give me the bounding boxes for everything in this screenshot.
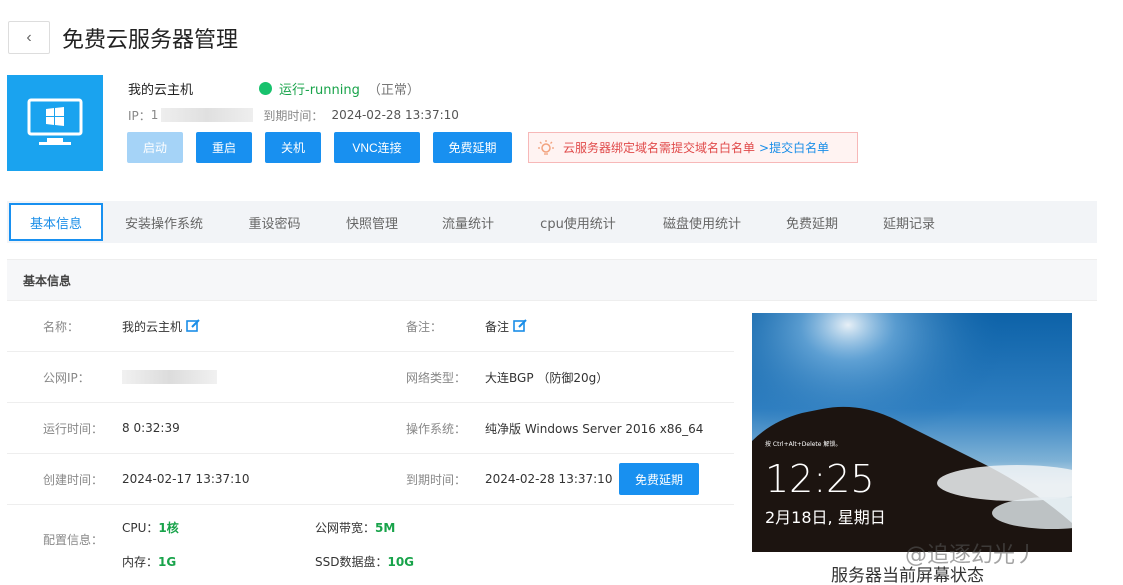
memory-value: 1G [158,554,177,569]
config-row: 配置信息： CPU： 1核 公网带宽： 5M 内存： 1G SSD数据盘： 10G [7,505,734,573]
shutdown-button[interactable]: 关机 [265,132,321,163]
tab-extend-records[interactable]: 延期记录 [860,201,958,243]
lock-time: 12:25 [765,457,875,501]
lightbulb-icon [537,139,555,157]
extend-inline-button[interactable]: 免费延期 [619,463,699,495]
unlock-hint: 按 Ctrl+Alt+Delete 解锁。 [765,441,842,448]
public-ip-masked [122,370,217,384]
created-value: 2024-02-17 13:37:10 [122,472,250,486]
server-screen-preview[interactable]: 按 Ctrl+Alt+Delete 解锁。 12:25 2月18日, 星期日 [752,313,1072,552]
ip-value: 1 [150,108,159,122]
edit-remark-icon[interactable] [513,319,527,333]
submit-whitelist-link[interactable]: >提交白名单 [759,139,829,156]
section-title: 基本信息 [7,259,1097,301]
back-button[interactable]: ‹ [8,21,50,54]
extend-button[interactable]: 免费延期 [433,132,512,163]
detail-row: 运行时间： 8 0:32:39 操作系统： 纯净版 Windows Server… [7,403,734,454]
lock-date: 2月18日, 星期日 [765,508,886,527]
chevron-left-icon: ‹ [26,28,32,46]
expire-label: 到期时间： [263,108,324,123]
cpu-value: 1核 [158,521,179,535]
vnc-button[interactable]: VNC连接 [334,132,420,163]
ip-label: IP： [128,108,151,123]
details-grid: 名称： 我的云主机 备注： 备注 公网IP： 网络类型： 大连BGP （防御20… [7,301,734,573]
restart-button[interactable]: 重启 [196,132,252,163]
created-label: 创建时间： [43,472,104,487]
notice-text: 云服务器绑定域名需提交域名白名单 [563,141,756,155]
memory-label: 内存： [122,555,159,569]
expire-time-label: 到期时间： [406,472,467,487]
page-header: ‹ 免费云服务器管理 [8,21,238,54]
status-dot-icon [259,81,272,95]
uptime-value: 8 0:32:39 [122,421,180,435]
expire-time-value: 2024-02-28 13:37:10 [485,472,613,486]
cpu-label: CPU： [122,521,159,535]
tab-bar: 基本信息 安装操作系统 重设密码 快照管理 流量统计 cpu使用统计 磁盘使用统… [7,201,1097,243]
status-note: （正常） [367,82,420,98]
remark-value: 备注 [485,319,510,334]
os-value: 纯净版 Windows Server 2016 x86_64 ( [485,421,707,436]
tab-snapshots[interactable]: 快照管理 [324,201,420,243]
tab-reset-password[interactable]: 重设密码 [225,201,324,243]
tab-disk-stats[interactable]: 磁盘使用统计 [640,201,764,243]
monitor-icon [7,75,103,171]
server-name: 我的云主机 [128,82,194,98]
status-text: 运行-running [279,82,360,98]
remark-label: 备注： [406,319,443,334]
name-label: 名称： [43,319,80,334]
network-value: 大连BGP （防御20g） [485,370,609,385]
name-value: 我的云主机 [122,319,183,334]
detail-row: 名称： 我的云主机 备注： 备注 [7,301,734,352]
bandwidth-value: 5M [375,520,396,535]
bandwidth-label: 公网带宽： [315,521,376,535]
ip-masked [161,108,254,122]
os-label: 操作系统： [406,421,467,436]
tab-basic-info[interactable]: 基本信息 [9,203,103,241]
detail-row: 创建时间： 2024-02-17 13:37:10 到期时间： 2024-02-… [7,454,734,505]
uptime-label: 运行时间： [43,421,104,436]
domain-notice: 云服务器绑定域名需提交域名白名单 >提交白名单 [528,132,858,163]
tab-traffic-stats[interactable]: 流量统计 [420,201,516,243]
disk-value: 10G [387,554,415,569]
server-info: 我的云主机 运行-running （正常） IP： 1 到期时间： 2024-0… [128,78,459,124]
page-title: 免费云服务器管理 [62,27,239,53]
config-label: 配置信息： [43,532,104,547]
tab-free-extend[interactable]: 免费延期 [764,201,860,243]
watermark: @追逐幻光丿 [905,543,1038,568]
start-button[interactable]: 启动 [127,132,183,163]
expire-value: 2024-02-28 13:37:10 [331,108,459,122]
detail-row: 公网IP： 网络类型： 大连BGP （防御20g） [7,352,734,403]
edit-name-icon[interactable] [186,319,200,333]
action-bar: 启动 重启 关机 VNC连接 免费延期 云服务器绑定域名需提交域名白名单 >提交… [127,132,858,163]
tab-cpu-stats[interactable]: cpu使用统计 [516,201,640,243]
public-ip-label: 公网IP： [43,370,90,385]
disk-label: SSD数据盘： [315,555,388,569]
tab-install-os[interactable]: 安装操作系统 [103,201,225,243]
network-label: 网络类型： [406,370,467,385]
